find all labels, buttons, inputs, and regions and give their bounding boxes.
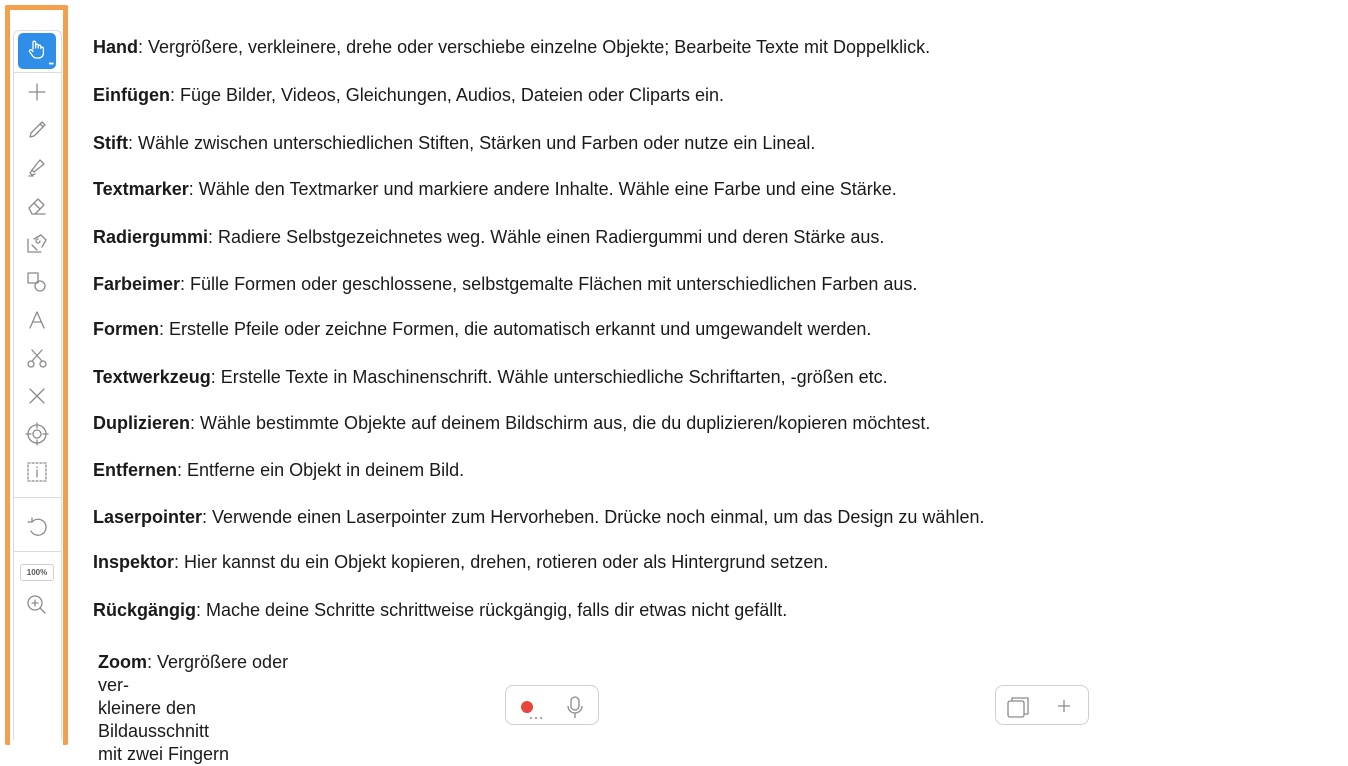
laser-pointer-icon <box>24 421 50 452</box>
description-row-zoom: Zoom: Vergrößere oder ver- kleinere den … <box>98 651 298 766</box>
description-row-undo: Rückgängig: Mache deine Schritte schritt… <box>93 599 787 621</box>
insert-tool-button[interactable] <box>18 76 56 112</box>
description-row-shapes: Formen: Erstelle Pfeile oder zeichne For… <box>93 318 871 340</box>
highlighter-icon <box>24 155 50 186</box>
plus-icon <box>24 79 50 110</box>
highlighter-tool-button[interactable] <box>18 152 56 188</box>
term: Zoom <box>98 652 147 672</box>
scissors-icon <box>24 345 50 376</box>
description-text: : Wähle den Textmarker und markiere ande… <box>188 179 897 199</box>
description-row-eraser: Radiergummi: Radiere Selbstgezeichnetes … <box>93 226 884 248</box>
page-controls <box>995 685 1089 725</box>
inspector-icon <box>24 459 50 490</box>
pen-tool-button[interactable] <box>18 114 56 150</box>
paint-bucket-icon <box>24 231 50 262</box>
description-text: : Erstelle Texte in Maschinenschrift. Wä… <box>210 367 888 387</box>
text-tool-icon <box>24 307 50 338</box>
description-row-insert: Einfügen: Füge Bilder, Videos, Gleichung… <box>93 84 724 106</box>
description-row-highlighter: Textmarker: Wähle den Textmarker und mar… <box>93 178 897 200</box>
text-tool-button[interactable] <box>18 304 56 340</box>
paint-bucket-tool-button[interactable] <box>18 228 56 264</box>
divider <box>14 497 61 498</box>
microphone-icon[interactable] <box>564 694 586 720</box>
tool-palette: ••• 100% <box>13 30 62 740</box>
eraser-icon <box>24 193 50 224</box>
undo-button[interactable] <box>18 510 56 546</box>
description-text: : Hier kannst du ein Objekt kopieren, dr… <box>174 552 829 572</box>
term: Duplizieren <box>93 413 191 433</box>
description-text: : Mache deine Schritte schrittweise rück… <box>196 600 788 620</box>
description-text: : Wähle zwischen unterschiedlichen Stift… <box>128 133 816 153</box>
description-text: : Fülle Formen oder geschlossene, selbst… <box>180 274 918 294</box>
pen-icon <box>24 117 50 148</box>
term: Inspektor <box>93 552 175 572</box>
description-row-hand: Hand: Vergrößere, verkleinere, drehe ode… <box>93 36 930 58</box>
remove-tool-button[interactable] <box>18 380 56 416</box>
record-controls <box>505 685 599 725</box>
term: Laserpointer <box>93 507 203 527</box>
laser-pointer-tool-button[interactable] <box>18 418 56 454</box>
description-text: : Wähle bestimmte Objekte auf deinem Bil… <box>190 413 931 433</box>
description-row-pen: Stift: Wähle zwischen unterschiedlichen … <box>93 132 815 154</box>
divider <box>14 551 61 552</box>
description-text: kleinere den Bildausschnitt <box>98 698 210 741</box>
term: Rückgängig <box>93 600 197 620</box>
description-text: : Verwende einen Laserpointer zum Hervor… <box>202 507 985 527</box>
description-row-duplicate: Duplizieren: Wähle bestimmte Objekte auf… <box>93 412 930 434</box>
more-dots-icon[interactable] <box>528 714 544 722</box>
term: Radiergummi <box>93 227 209 247</box>
term: Einfügen <box>93 85 170 105</box>
shapes-icon <box>24 269 50 300</box>
description-text: mit zwei Fingern <box>98 744 230 764</box>
term: Entfernen <box>93 460 178 480</box>
term: Textwerkzeug <box>93 367 211 387</box>
more-dots: ••• <box>48 61 54 68</box>
zoom-in-icon <box>24 592 50 623</box>
description-text: : Radiere Selbstgezeichnetes weg. Wähle … <box>208 227 885 247</box>
undo-icon <box>24 513 50 544</box>
term: Textmarker <box>93 179 189 199</box>
inspector-tool-button[interactable] <box>18 456 56 492</box>
term: Farbeimer <box>93 274 181 294</box>
description-row-remove: Entfernen: Entferne ein Objekt in deinem… <box>93 459 464 481</box>
term: Stift <box>93 133 128 153</box>
hand-icon <box>24 36 50 67</box>
description-text: : Vergrößere, verkleinere, drehe oder ve… <box>138 37 931 57</box>
shapes-tool-button[interactable] <box>18 266 56 302</box>
close-icon <box>24 383 50 414</box>
zoom-in-button[interactable] <box>18 589 56 625</box>
description-text: : Füge Bilder, Videos, Gleichungen, Audi… <box>170 85 725 105</box>
add-page-icon[interactable] <box>1054 696 1074 716</box>
description-row-paint-bucket: Farbeimer: Fülle Formen oder geschlossen… <box>93 273 917 295</box>
duplicate-tool-button[interactable] <box>18 342 56 378</box>
description-text: : Erstelle Pfeile oder zeichne Formen, d… <box>159 319 872 339</box>
pages-icon[interactable] <box>1004 694 1032 720</box>
description-row-laser-pointer: Laserpointer: Verwende einen Laserpointe… <box>93 506 984 528</box>
description-row-text-tool: Textwerkzeug: Erstelle Texte in Maschine… <box>93 366 888 388</box>
hand-tool-button[interactable]: ••• <box>18 33 56 69</box>
zoom-level-badge[interactable]: 100% <box>20 564 54 581</box>
term: Formen <box>93 319 160 339</box>
description-text: : Entferne ein Objekt in deinem Bild. <box>177 460 465 480</box>
eraser-tool-button[interactable] <box>18 190 56 226</box>
divider <box>14 72 61 73</box>
description-row-inspector: Inspektor: Hier kannst du ein Objekt kop… <box>93 551 828 573</box>
term: Hand <box>93 37 138 57</box>
